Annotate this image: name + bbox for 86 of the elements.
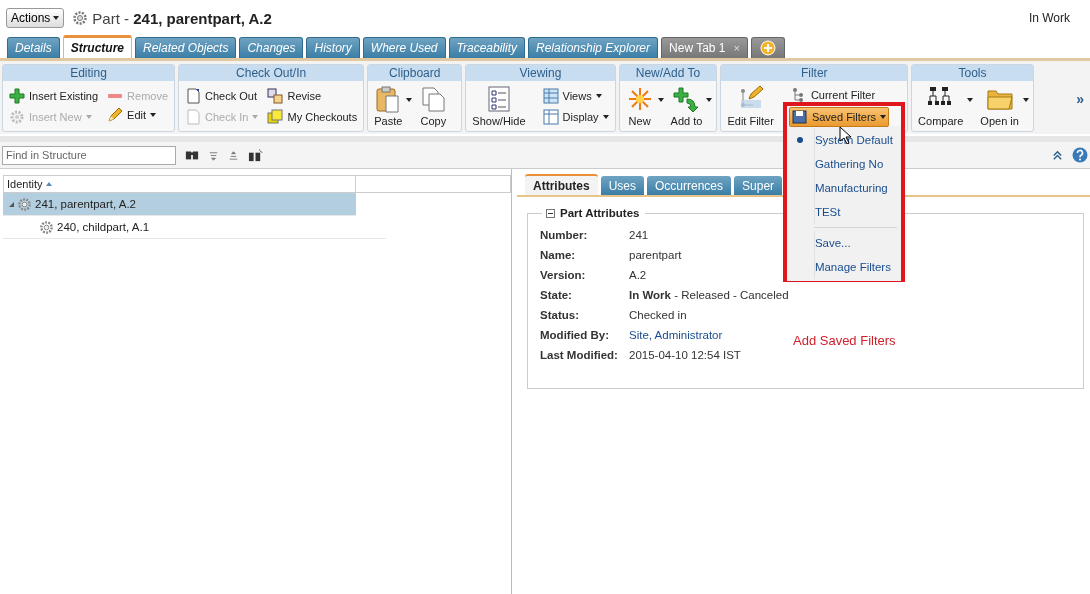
gear-icon	[9, 108, 25, 125]
field-label: Version:	[540, 269, 587, 281]
menu-item[interactable]: Gathering No	[786, 151, 901, 176]
grid-icon	[542, 87, 559, 104]
collapse-up-icon[interactable]	[1052, 149, 1063, 161]
group-title: New/Add To	[619, 65, 717, 81]
letter-blocks-icon	[267, 87, 284, 104]
copy-icon	[419, 85, 448, 113]
gear-icon	[39, 219, 54, 235]
tree-row[interactable]: 240, childpart, A.1	[3, 216, 386, 239]
document-icon	[185, 87, 202, 104]
group-title: Tools	[912, 65, 1033, 81]
sticky-notes-icon	[267, 108, 284, 125]
minus-icon	[107, 93, 124, 98]
gear-icon	[17, 196, 32, 212]
collapse-icon[interactable]	[546, 208, 555, 218]
group-title: Editing	[3, 65, 175, 81]
group-title: Filter	[721, 65, 908, 81]
gear-icon	[72, 10, 89, 26]
search-field[interactable]: Find in Structure	[2, 145, 176, 165]
field-value: parentpart	[629, 249, 683, 261]
tab[interactable]: Uses	[600, 176, 644, 195]
ribbon-button[interactable]: My Checkouts	[265, 107, 360, 126]
ribbon-button[interactable]: Revise	[265, 86, 324, 105]
group-title: Clipboard	[368, 65, 462, 81]
menu-item[interactable]: Manufacturing	[786, 175, 901, 200]
actions-button[interactable]: Actions	[6, 8, 65, 28]
tab[interactable]: Super	[734, 176, 783, 195]
more-button[interactable]: »	[1076, 91, 1084, 107]
document-icon	[185, 108, 202, 125]
filter-up-icon[interactable]	[228, 149, 239, 161]
menu-item[interactable]: TESt	[786, 199, 901, 224]
field-link[interactable]: Site, Administrator	[629, 329, 789, 341]
add-tab-button[interactable]	[750, 37, 785, 58]
ribbon-button[interactable]: Display	[540, 107, 611, 126]
ribbon-button[interactable]: Views	[540, 86, 604, 105]
field-label: Number:	[540, 229, 589, 241]
ribbon-button[interactable]: Edit Filter	[725, 84, 784, 128]
tab[interactable]: Related Objects	[135, 37, 237, 58]
menu-item[interactable]: Save...	[786, 230, 901, 255]
ribbon-button[interactable]: Add to	[668, 84, 713, 128]
ribbon-button[interactable]: Edit	[105, 105, 159, 124]
ribbon-button[interactable]: Paste	[372, 84, 413, 128]
grid-icon	[542, 108, 559, 125]
menu-item[interactable]: Manage Filters	[786, 254, 901, 279]
tab[interactable]: Structure	[62, 35, 133, 58]
page-title: Part - 241, parentpart, A.2	[92, 9, 272, 27]
ribbon-button[interactable]: Copy	[417, 84, 458, 128]
ribbon-button[interactable]: Open in	[978, 84, 1029, 128]
expander-icon[interactable]	[9, 201, 14, 207]
filter-down-icon[interactable]	[208, 149, 219, 161]
tab[interactable]: Where Used	[362, 37, 446, 58]
field-value: In Work - Released - Canceled	[629, 289, 789, 301]
caret-icon	[53, 16, 60, 20]
field-label: Status:	[540, 309, 580, 321]
plus-icon	[9, 87, 25, 104]
pencil-icon	[107, 106, 124, 123]
tab[interactable]: Attributes	[525, 174, 598, 195]
ribbon-button[interactable]: New	[623, 84, 664, 128]
field-label: State:	[540, 289, 573, 301]
ribbon-button[interactable]: Show/Hide	[470, 84, 536, 128]
ribbon-button[interactable]: Compare	[916, 84, 974, 128]
ribbon-button[interactable]: Saved Filters	[788, 106, 890, 127]
panel-title: Part Attributes	[560, 207, 640, 219]
field-label: Last Modified:	[540, 349, 619, 361]
tree-row[interactable]: 241, parentpart, A.2	[3, 193, 356, 216]
field-label: Name:	[540, 249, 577, 261]
binoculars-icon[interactable]	[248, 147, 263, 163]
tab[interactable]: Relationship Explorer	[528, 37, 659, 58]
field-label: Modified By:	[540, 329, 610, 341]
field-value: 2015-04-10 12:54 IST	[629, 349, 742, 361]
tab[interactable]: Occurrences	[647, 176, 732, 195]
tab[interactable]: New Tab 1 ×	[661, 37, 748, 58]
field-value: Checked in	[629, 309, 688, 321]
help-icon[interactable]	[1072, 147, 1088, 163]
group-title: Viewing	[466, 65, 615, 81]
ribbon-button[interactable]: Check Out	[183, 86, 260, 105]
ribbon-button[interactable]: Current Filter	[788, 85, 878, 104]
ribbon-button[interactable]: Insert Existing	[7, 86, 101, 105]
field-value: 241	[629, 229, 650, 241]
group-title: Check Out/In	[179, 65, 364, 81]
plus-arrow-icon	[672, 85, 701, 113]
field-value: A.2	[629, 269, 648, 281]
annotation-text: Add Saved Filters	[793, 333, 896, 348]
add-icon	[759, 40, 776, 56]
state-label: In Work	[1028, 11, 1070, 25]
